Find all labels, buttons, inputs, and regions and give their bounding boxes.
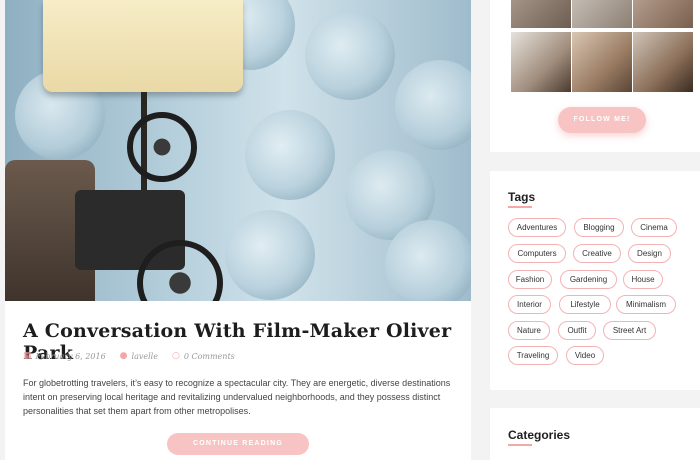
tag-minimalism[interactable]: Minimalism	[616, 295, 676, 314]
tag-design[interactable]: Design	[628, 244, 671, 263]
wall-panel-shape	[305, 10, 395, 100]
film-reel-shape	[127, 112, 197, 182]
tag-street-art[interactable]: Street Art	[603, 321, 656, 340]
tag-outfit[interactable]: Outfit	[558, 321, 596, 340]
wall-panel-shape	[245, 110, 335, 200]
tag-fashion[interactable]: Fashion	[508, 270, 552, 289]
title-underline	[508, 444, 532, 446]
title-underline	[508, 206, 532, 208]
instagram-photo[interactable]	[633, 32, 693, 92]
post-date: ▦ February 6, 2016	[23, 351, 106, 361]
instagram-widget: FOLLOW ME!	[490, 0, 700, 152]
tag-house[interactable]: House	[623, 270, 663, 289]
tag-video[interactable]: Video	[566, 346, 604, 365]
post-date-text[interactable]: February 6, 2016	[36, 352, 106, 361]
post-featured-image[interactable]	[5, 0, 471, 301]
tag-blogging[interactable]: Blogging	[574, 218, 624, 237]
wall-panel-shape	[395, 60, 471, 150]
follow-me-button[interactable]: FOLLOW ME!	[558, 107, 646, 133]
post-author: ● lavelle	[120, 351, 158, 361]
instagram-photo[interactable]	[572, 32, 632, 92]
tag-nature[interactable]: Nature	[508, 321, 550, 340]
tag-cinema[interactable]: Cinema	[631, 218, 677, 237]
wall-panel-shape	[225, 210, 315, 300]
tag-interior[interactable]: Interior	[508, 295, 551, 314]
categories-widget: Categories	[490, 408, 700, 460]
wall-panel-shape	[385, 220, 471, 301]
tag-computers[interactable]: Computers	[508, 244, 566, 263]
instagram-photo[interactable]	[633, 0, 693, 28]
tag-creative[interactable]: Creative	[573, 244, 621, 263]
post-comments-text[interactable]: 0 Comments	[184, 352, 235, 361]
instagram-photo[interactable]	[511, 32, 571, 92]
tag-traveling[interactable]: Traveling	[508, 346, 558, 365]
post-meta: ▦ February 6, 2016 ● lavelle ○ 0 Comment…	[23, 351, 235, 361]
instagram-photo[interactable]	[511, 0, 571, 28]
tag-lifestyle[interactable]: Lifestyle	[559, 295, 611, 314]
post-comments: ○ 0 Comments	[172, 351, 235, 361]
tag-gardening[interactable]: Gardening	[560, 270, 617, 289]
continue-reading-button[interactable]: CONTINUE READING	[167, 433, 309, 455]
tags-widget: Tags Adventures Blogging Cinema Computer…	[490, 171, 700, 390]
instagram-photo[interactable]	[572, 0, 632, 28]
tag-adventures[interactable]: Adventures	[508, 218, 566, 237]
calendar-icon: ▦	[23, 351, 32, 361]
post-card: A Conversation With Film-Maker Oliver Pa…	[5, 0, 471, 460]
user-icon: ●	[119, 351, 128, 361]
comment-icon: ○	[171, 351, 180, 361]
post-excerpt: For globetrotting travelers, it’s easy t…	[23, 378, 451, 416]
tags-widget-title: Tags	[508, 190, 536, 204]
lampshade-shape	[43, 0, 243, 92]
post-author-text[interactable]: lavelle	[132, 352, 158, 361]
categories-widget-title: Categories	[508, 428, 571, 442]
